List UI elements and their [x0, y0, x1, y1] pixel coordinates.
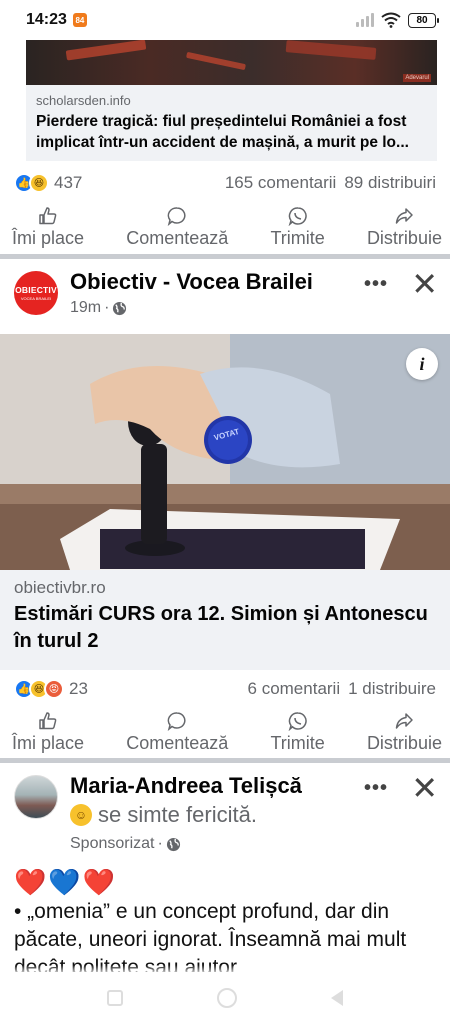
whatsapp-icon	[288, 206, 307, 226]
post-text[interactable]: ❤️ 💙 ❤️ • „omenia” e un concept profund,…	[14, 868, 434, 972]
share-icon	[396, 207, 414, 224]
wifi-icon	[381, 12, 401, 28]
blue-heart-icon: 💙	[48, 868, 81, 897]
globe-icon	[113, 301, 127, 315]
like-button[interactable]: Îmi place	[12, 201, 84, 253]
post-actions: Îmi place Comentează Trimite Distribuie	[0, 706, 450, 758]
home-icon[interactable]	[217, 988, 237, 1008]
send-label: Trimite	[270, 227, 325, 248]
reaction-icons: 👍 😆	[14, 173, 49, 193]
notification-app-icon: 84	[72, 13, 87, 27]
shares-count[interactable]: 1 distribuire	[348, 679, 436, 699]
reaction-count: 23	[69, 679, 88, 698]
link-domain: obiectivbr.ro	[14, 578, 106, 597]
like-button[interactable]: Îmi place	[12, 706, 84, 758]
red-heart-icon: ❤️	[14, 868, 47, 897]
status-indicators: 80	[356, 12, 439, 28]
image-watermark: Adevarul	[403, 74, 431, 82]
comments-count[interactable]: 6 comentarii	[248, 679, 341, 699]
thumbs-up-icon	[39, 711, 57, 729]
reactions-summary[interactable]: 👍 😆 😡 23 6 comentarii 1 distribuire	[0, 669, 450, 709]
smiling-face-icon: ☺	[70, 804, 92, 826]
link-title: Pierdere tragică: fiul președintelui Rom…	[36, 113, 409, 151]
info-icon[interactable]: i	[406, 348, 438, 380]
meta-separator: ·	[157, 835, 163, 852]
send-button[interactable]: Trimite	[270, 201, 325, 253]
meta-separator: ·	[104, 299, 110, 316]
haha-reaction-icon: 😆	[29, 173, 49, 193]
share-label: Distribuie	[366, 732, 442, 753]
signal-icon	[356, 13, 374, 27]
reaction-icons: 👍 😆 😡	[14, 679, 64, 699]
more-options-icon[interactable]: •••	[364, 777, 388, 800]
vote-stamp-illustration: VOTAT	[0, 334, 450, 570]
globe-icon	[166, 837, 180, 851]
share-label: Distribuie	[366, 227, 442, 248]
share-icon	[396, 712, 414, 729]
post-header: OBIECTIV VOCEA BRAILEI Obiectiv - Vocea …	[0, 259, 450, 323]
status-time: 14:23	[26, 11, 67, 28]
post-meta: Sponsorizat ·	[70, 835, 181, 853]
system-nav-bar	[0, 972, 450, 1024]
like-label: Îmi place	[12, 227, 85, 248]
reaction-count: 437	[54, 173, 83, 192]
comment-icon	[167, 206, 186, 226]
sponsored-label[interactable]: Sponsorizat	[70, 835, 155, 853]
hearts-row: ❤️ 💙 ❤️	[14, 868, 434, 896]
shares-count[interactable]: 89 distribuiri	[344, 173, 436, 193]
link-preview[interactable]: scholarsden.info Pierdere tragică: fiul …	[26, 85, 437, 161]
feeling-text: se simte fericită.	[98, 802, 257, 827]
comment-icon	[167, 711, 186, 731]
battery-icon: 80	[408, 12, 439, 28]
post-actions: Îmi place Comentează Trimite Distribuie	[0, 201, 450, 253]
link-domain: scholarsden.info	[36, 93, 131, 108]
feeling-status: ☺ se simte fericită.	[70, 802, 257, 828]
angry-reaction-icon: 😡	[44, 679, 64, 699]
reactions-summary[interactable]: 👍 😆 437 165 comentarii 89 distribuiri	[0, 163, 450, 203]
avatar[interactable]: OBIECTIV VOCEA BRAILEI	[14, 271, 58, 315]
back-icon[interactable]	[331, 990, 343, 1006]
avatar[interactable]	[14, 775, 58, 819]
post-image-vote[interactable]: VOTAT i	[0, 334, 450, 570]
post-image-accident[interactable]: Adevarul	[26, 40, 437, 85]
share-button[interactable]: Distribuie	[367, 706, 442, 758]
red-heart-icon: ❤️	[82, 868, 116, 897]
send-label: Trimite	[270, 732, 325, 753]
status-bar: 14:23 84 80	[0, 0, 450, 40]
post-author[interactable]: Maria-Andreea Telișcă	[70, 773, 302, 799]
avatar-subtext: VOCEA BRAILEI	[20, 296, 52, 301]
comments-count[interactable]: 165 comentarii	[225, 173, 337, 193]
comment-label: Comentează	[126, 227, 229, 248]
recent-apps-icon[interactable]	[107, 990, 123, 1006]
thumbs-up-icon	[39, 206, 57, 224]
comment-button[interactable]: Comentează	[126, 706, 228, 758]
link-preview[interactable]: obiectivbr.ro Estimări CURS ora 12. Simi…	[0, 570, 450, 670]
avatar-text: OBIECTIV	[15, 285, 57, 295]
close-icon[interactable]: ✕	[411, 268, 438, 300]
comment-button[interactable]: Comentează	[126, 201, 228, 253]
post-author[interactable]: Obiectiv - Vocea Brailei	[70, 269, 313, 295]
post-meta: 19m ·	[70, 299, 127, 317]
like-label: Îmi place	[12, 732, 85, 753]
post-body: • „omenia” e un concept profund, dar din…	[14, 900, 407, 972]
more-options-icon[interactable]: •••	[364, 273, 388, 296]
whatsapp-icon	[288, 711, 307, 731]
send-button[interactable]: Trimite	[270, 706, 325, 758]
post-time[interactable]: 19m	[70, 299, 101, 317]
comment-label: Comentează	[126, 732, 229, 753]
close-icon[interactable]: ✕	[411, 772, 438, 804]
share-button[interactable]: Distribuie	[367, 201, 442, 253]
link-title: Estimări CURS ora 12. Simion și Antonesc…	[14, 603, 428, 652]
